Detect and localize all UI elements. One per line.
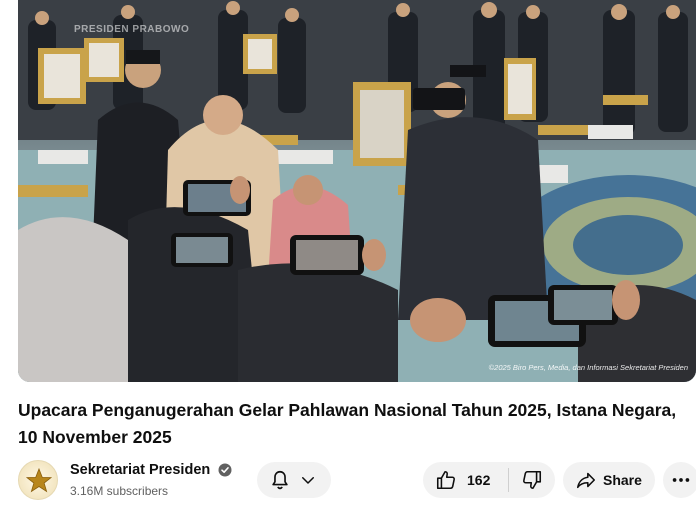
share-button[interactable]: Share (563, 462, 655, 498)
channel-avatar[interactable] (18, 460, 58, 500)
like-divider (508, 468, 509, 492)
share-icon (576, 472, 596, 489)
like-count: 162 (467, 472, 491, 488)
video-copyright: ©2025 Biro Pers, Media, dan Informasi Se… (488, 363, 688, 372)
dislike-button[interactable] (521, 469, 543, 491)
more-actions-button[interactable] (663, 462, 696, 498)
channel-name[interactable]: Sekretariat Presiden (70, 462, 210, 478)
more-horizontal-icon (672, 478, 690, 482)
chevron-down-icon (302, 477, 314, 484)
subscriber-count: 3.16M subscribers (70, 484, 169, 498)
share-label: Share (603, 472, 642, 488)
video-watermark: PRESIDEN PRABOWO (74, 24, 190, 35)
bell-icon (272, 470, 288, 490)
video-player[interactable]: PRESIDEN PRABOWO ©2025 Biro Pers, Media,… (18, 0, 696, 382)
video-title: Upacara Penganugerahan Gelar Pahlawan Na… (18, 400, 677, 447)
notification-button[interactable] (257, 462, 331, 498)
star-emblem-icon (25, 467, 53, 493)
channel-row: Sekretariat Presiden 3.16M subscribers 1… (18, 458, 696, 502)
like-button[interactable] (435, 469, 457, 491)
like-dislike-group: 162 (423, 462, 555, 498)
video-frame (18, 0, 696, 382)
verified-badge-icon (218, 463, 232, 477)
